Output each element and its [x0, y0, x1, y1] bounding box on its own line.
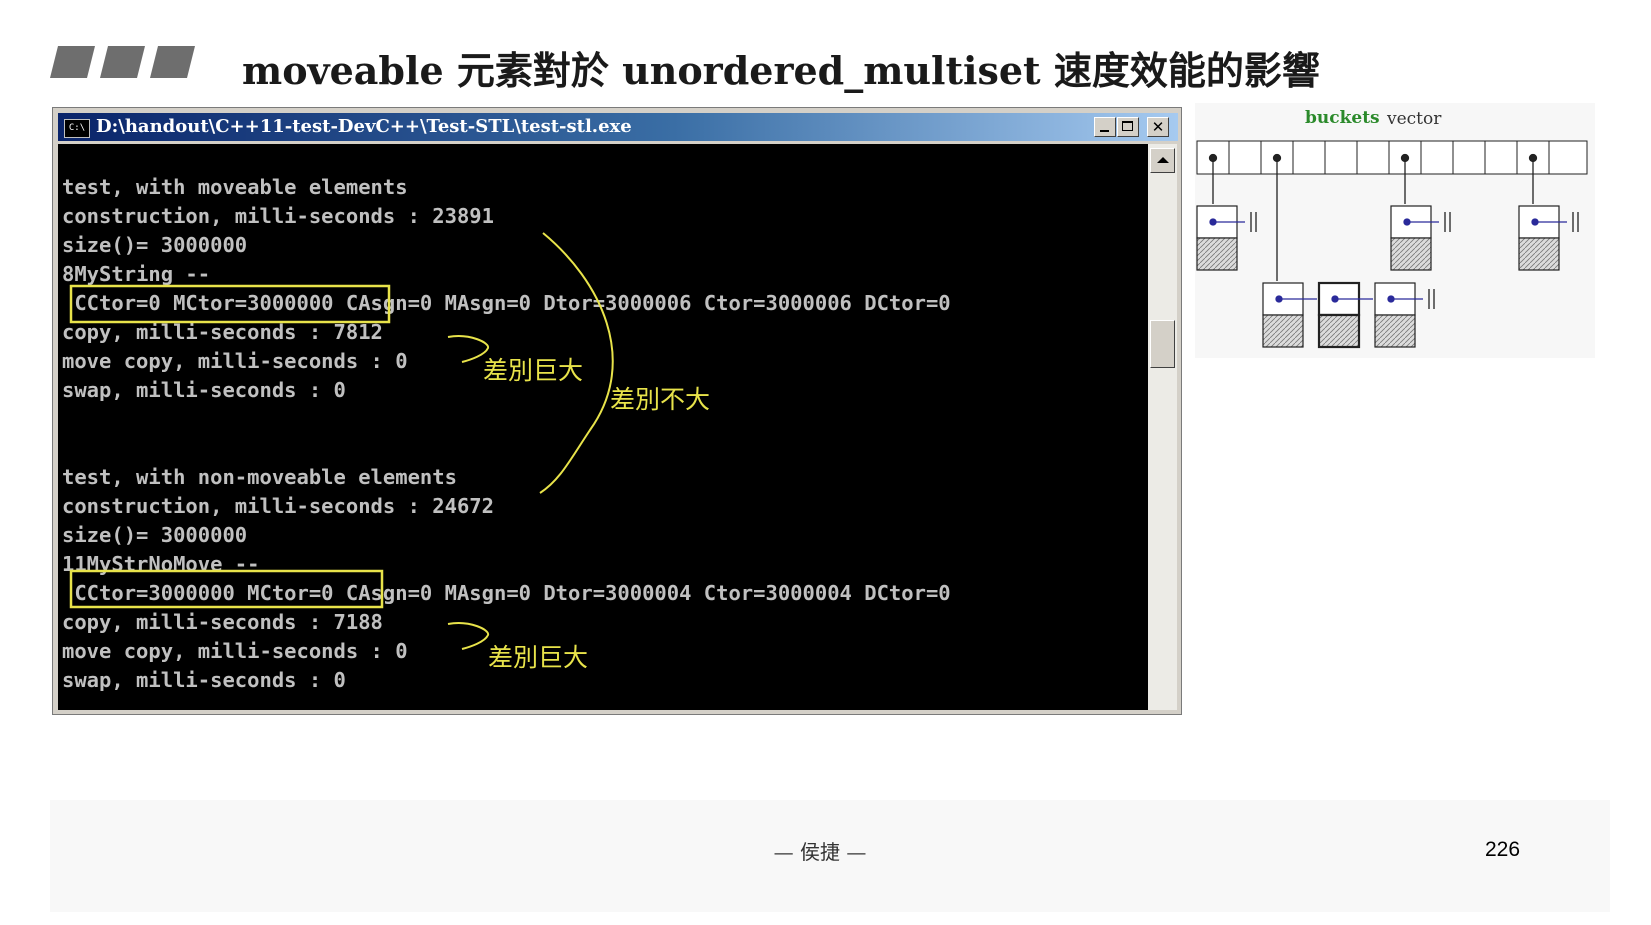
- console-line: 8MyString --: [62, 262, 211, 286]
- vertical-scrollbar[interactable]: [1148, 144, 1177, 710]
- annotation-small-difference: 差別不大: [610, 385, 711, 414]
- close-icon: ✕: [1151, 118, 1165, 136]
- console-line: move copy, milli-seconds : 0: [62, 349, 408, 373]
- console-line: CCtor=0 MCtor=3000000 CAsgn=0 MAsgn=0 Dt…: [62, 291, 951, 315]
- maximize-icon: [1122, 121, 1133, 131]
- console-line: copy, milli-seconds : 7812: [62, 320, 383, 344]
- console-line: test, with non-moveable elements: [62, 465, 457, 489]
- console-line: size()= 3000000: [62, 523, 248, 547]
- console-line: CCtor=3000000 MCtor=0 CAsgn=0 MAsgn=0 Dt…: [62, 581, 951, 605]
- maximize-button[interactable]: [1117, 117, 1139, 137]
- console-line: move copy, milli-seconds : 0: [62, 639, 408, 663]
- console-line: construction, milli-seconds : 24672: [62, 494, 494, 518]
- console-line: construction, milli-seconds : 23891: [62, 204, 494, 228]
- annotation-big-difference-2: 差別巨大: [488, 643, 589, 672]
- console-line: 11MyStrNoMove --: [62, 552, 260, 576]
- author-footer: — 侯捷 —: [773, 840, 867, 864]
- console-line: swap, milli-seconds : 0: [62, 378, 346, 402]
- scroll-up-button[interactable]: [1150, 148, 1175, 173]
- console-output[interactable]: test, with moveable elements constructio…: [58, 144, 1148, 710]
- scroll-thumb[interactable]: [1150, 320, 1175, 368]
- title-decoration: [50, 46, 195, 78]
- scroll-up-arrow-icon: [1157, 157, 1169, 163]
- close-button[interactable]: ✕: [1147, 117, 1169, 137]
- console-text: test, with moveable elements constructio…: [62, 144, 951, 695]
- window-titlebar[interactable]: C:\ D:\handout\C++11-test-DevC++\Test-ST…: [58, 113, 1178, 141]
- console-line: copy, milli-seconds : 7188: [62, 610, 383, 634]
- console-line: test, with moveable elements: [62, 175, 408, 199]
- annotation-big-difference-1: 差別巨大: [483, 356, 584, 385]
- bucket-nodes-svg: [1196, 140, 1588, 349]
- console-app-icon[interactable]: C:\: [64, 119, 90, 138]
- window-title: D:\handout\C++11-test-DevC++\Test-STL\te…: [96, 116, 632, 137]
- minimize-icon: [1100, 130, 1109, 132]
- minimize-button[interactable]: [1094, 117, 1116, 137]
- console-line: swap, milli-seconds : 0: [62, 668, 346, 692]
- hashtable-diagram: buckets vector: [1195, 103, 1595, 363]
- console-line: size()= 3000000: [62, 233, 248, 257]
- bucket-vector: [1196, 140, 1588, 175]
- page-number: 226: [1485, 838, 1521, 861]
- slide-title: moveable 元素對於 unordered_multiset 速度效能的影響: [242, 48, 1320, 93]
